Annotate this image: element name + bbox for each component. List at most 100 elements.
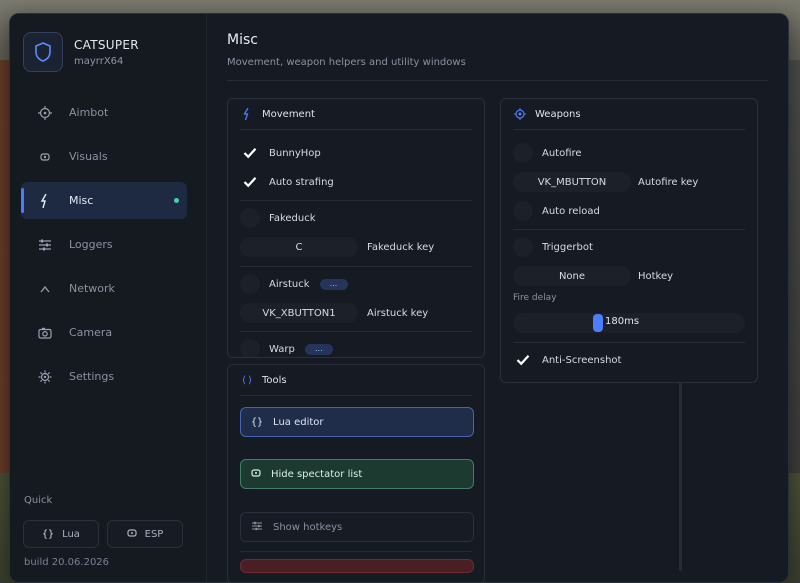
autoreload-label: Auto reload — [542, 205, 600, 217]
fire-delay-label: Fire delay — [513, 293, 557, 303]
bunnyhop-label: BunnyHop — [269, 147, 321, 159]
sidebar-item-aimbot[interactable]: Aimbot — [21, 94, 187, 131]
airstuck-key-label: Airstuck key — [367, 307, 429, 319]
sidebar-item-label: Settings — [69, 370, 115, 383]
checkbox-empty[interactable] — [513, 143, 533, 163]
movement-panel: Movement BunnyHop Auto strafing Fakeduck — [227, 98, 485, 358]
quick-actions: {} Lua ESP — [23, 520, 183, 548]
checkbox-empty[interactable] — [240, 274, 260, 294]
trigger-key-input[interactable]: None — [513, 266, 631, 286]
autoreload-row[interactable]: Auto reload — [513, 201, 600, 221]
sidebar-item-label: Network — [69, 282, 115, 295]
tools-title: Tools — [262, 374, 287, 386]
quick-lua-button[interactable]: {} Lua — [23, 520, 99, 548]
fire-delay-slider[interactable]: 180ms — [513, 313, 745, 333]
camera-icon — [37, 325, 53, 341]
crosshair-icon — [513, 108, 527, 120]
sidebar-item-label: Visuals — [69, 150, 108, 163]
airstuck-row[interactable]: Airstuck ... — [240, 274, 348, 294]
sidebar-item-visuals[interactable]: Visuals — [21, 138, 187, 175]
build-version: build 20.06.2026 — [24, 557, 110, 568]
app-name: CATSUPER — [74, 37, 139, 52]
trigger-key-row: None Hotkey — [513, 266, 673, 286]
show-hotkeys-label: Show hotkeys — [273, 521, 343, 533]
checkbox-empty[interactable] — [513, 201, 533, 221]
antiscreenshot-label: Anti-Screenshot — [542, 354, 622, 366]
check-icon[interactable] — [513, 350, 533, 370]
divider — [240, 129, 472, 130]
braces-icon: () — [240, 374, 254, 386]
fire-delay-slider-knob[interactable] — [593, 314, 603, 332]
sidebar-item-settings[interactable]: Settings — [21, 358, 187, 395]
profile: CATSUPER mayrrX64 — [23, 32, 139, 72]
triggerbot-row[interactable]: Triggerbot — [513, 237, 593, 257]
hide-spectator-label: Hide spectator list — [271, 468, 363, 480]
airstuck-more-button[interactable]: ... — [319, 278, 348, 290]
bunnyhop-row[interactable]: BunnyHop — [240, 143, 321, 163]
eye-icon — [251, 468, 261, 480]
trigger-key-label: Hotkey — [638, 270, 674, 282]
sidebar-item-network[interactable]: Network — [21, 270, 187, 307]
quick-label: Quick — [24, 495, 53, 506]
checkbox-empty[interactable] — [240, 208, 260, 228]
checkbox-empty[interactable] — [513, 237, 533, 257]
bolt-icon — [240, 108, 254, 120]
weapons-title: Weapons — [535, 108, 581, 120]
autostrafing-row[interactable]: Auto strafing — [240, 172, 334, 192]
warp-label: Warp — [269, 343, 295, 355]
cheat-menu-window: CATSUPER mayrrX64 Aimbot Visuals Misc Lo… — [9, 13, 789, 583]
active-indicator-dot — [174, 198, 179, 203]
sidebar: CATSUPER mayrrX64 Aimbot Visuals Misc Lo… — [10, 14, 207, 582]
lua-editor-label: Lua editor — [273, 416, 324, 428]
warp-row[interactable]: Warp ... — [240, 339, 333, 357]
sidebar-nav: Aimbot Visuals Misc Loggers Network Came… — [21, 94, 187, 402]
autofire-row[interactable]: Autofire — [513, 143, 582, 163]
lua-editor-button[interactable]: {} Lua editor — [240, 407, 474, 437]
sidebar-item-label: Misc — [69, 194, 94, 207]
fakeduck-key-input[interactable]: C — [240, 237, 358, 257]
airstuck-key-row: VK_XBUTTON1 Airstuck key — [240, 303, 428, 323]
danger-button[interactable] — [240, 559, 474, 573]
divider — [513, 342, 745, 343]
divider — [513, 229, 745, 230]
fire-delay-value: 180ms — [605, 316, 640, 327]
fakeduck-label: Fakeduck — [269, 212, 316, 224]
airstuck-key-input[interactable]: VK_XBUTTON1 — [240, 303, 358, 323]
header-divider — [227, 80, 768, 81]
triggerbot-label: Triggerbot — [542, 241, 593, 253]
warp-more-button[interactable]: ... — [304, 343, 333, 355]
sidebar-item-label: Camera — [69, 326, 113, 339]
fakeduck-row[interactable]: Fakeduck — [240, 208, 316, 228]
check-icon[interactable] — [240, 143, 260, 163]
eye-icon — [37, 149, 53, 165]
fakeduck-key-row: C Fakeduck key — [240, 237, 434, 257]
divider — [513, 129, 745, 130]
check-icon[interactable] — [240, 172, 260, 192]
quick-esp-button[interactable]: ESP — [107, 520, 183, 548]
autofire-label: Autofire — [542, 147, 582, 159]
divider — [240, 331, 472, 332]
hide-spectator-button[interactable]: Hide spectator list — [240, 459, 474, 489]
airstuck-label: Airstuck — [269, 278, 310, 290]
sidebar-item-loggers[interactable]: Loggers — [21, 226, 187, 263]
divider — [240, 551, 472, 552]
sidebar-item-camera[interactable]: Camera — [21, 314, 187, 351]
sidebar-item-misc[interactable]: Misc — [21, 182, 187, 219]
show-hotkeys-button[interactable]: Show hotkeys — [240, 512, 474, 542]
autofire-key-row: VK_MBUTTON Autofire key — [513, 172, 698, 192]
antiscreenshot-row[interactable]: Anti-Screenshot — [513, 350, 621, 370]
sidebar-item-label: Loggers — [69, 238, 113, 251]
username: mayrrX64 — [74, 55, 124, 67]
wifi-icon — [37, 281, 53, 297]
page-title: Misc — [227, 32, 258, 48]
autofire-key-input[interactable]: VK_MBUTTON — [513, 172, 631, 192]
gear-icon — [37, 369, 53, 385]
movement-title: Movement — [262, 108, 315, 120]
tools-scrollbar[interactable] — [679, 366, 682, 571]
crosshair-icon — [37, 105, 53, 121]
braces-icon: {} — [42, 528, 55, 540]
checkbox-empty[interactable] — [240, 339, 260, 357]
sliders-icon — [37, 237, 53, 253]
divider — [240, 266, 472, 267]
quick-lua-label: Lua — [62, 528, 80, 540]
